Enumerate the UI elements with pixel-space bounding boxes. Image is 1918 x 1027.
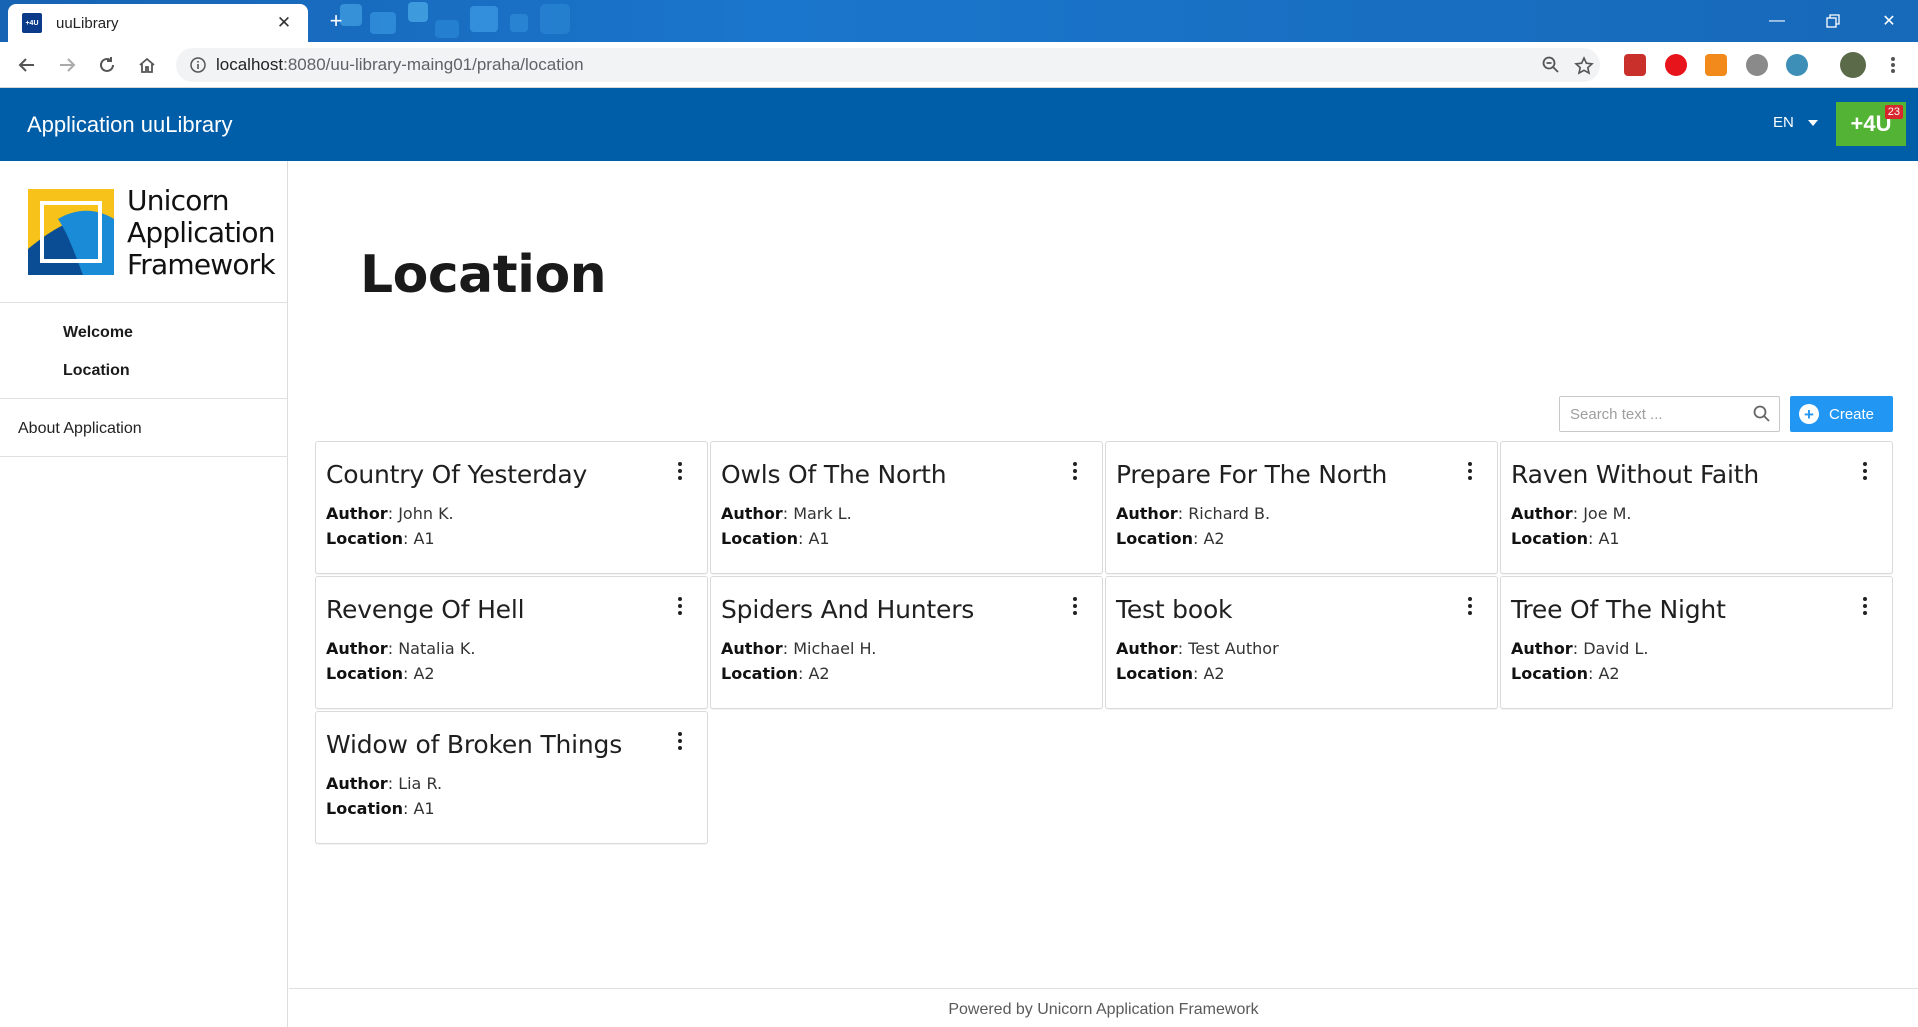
book-author: Author: Test Author	[1116, 639, 1279, 658]
book-author: Author: Michael H.	[721, 639, 877, 658]
address-bar[interactable]: localhost:8080/uu-library-maing01/praha/…	[176, 48, 1600, 82]
sidebar-divider	[0, 302, 288, 303]
browser-tabstrip: +4U uuLibrary ✕ + — ✕	[0, 0, 1918, 42]
book-tile[interactable]: Revenge Of Hell Author: Natalia K. Locatio…	[315, 576, 708, 709]
home-icon[interactable]	[132, 50, 162, 80]
more-vertical-icon[interactable]	[677, 597, 683, 615]
book-tile[interactable]: Owls Of The North Author: Mark L. Location…	[710, 441, 1103, 574]
page-title: Location	[360, 245, 607, 305]
tab-favicon: +4U	[22, 13, 42, 33]
sidebar-item-about[interactable]: About Application	[18, 420, 142, 438]
book-location: Location: A2	[1511, 664, 1620, 683]
more-vertical-icon[interactable]	[1072, 462, 1078, 480]
book-title[interactable]: Revenge Of Hell	[326, 595, 525, 624]
book-location: Location: A2	[721, 664, 830, 683]
book-title[interactable]: Widow of Broken Things	[326, 730, 622, 759]
book-author: Author: Natalia K.	[326, 639, 476, 658]
extension-icon-5[interactable]	[1786, 54, 1808, 76]
uaf-logo-text: Unicorn Application Framework	[127, 184, 276, 281]
book-location: Location: A2	[1116, 664, 1225, 683]
footer-divider	[289, 988, 1918, 989]
url-text[interactable]: localhost:8080/uu-library-maing01/praha/…	[216, 55, 584, 75]
more-vertical-icon[interactable]	[677, 732, 683, 750]
profile-avatar[interactable]	[1840, 52, 1866, 78]
notification-badge: 23	[1884, 105, 1903, 119]
book-location: Location: A1	[326, 799, 435, 818]
book-title[interactable]: Raven Without Faith	[1511, 460, 1759, 489]
book-author: Author: Lia R.	[326, 774, 443, 793]
footer-text: Powered by Unicorn Application Framework	[948, 1001, 1259, 1018]
book-author: Author: Mark L.	[721, 504, 852, 523]
book-author: Author: David L.	[1511, 639, 1649, 658]
more-vertical-icon[interactable]	[677, 462, 683, 480]
browser-toolbar: localhost:8080/uu-library-maing01/praha/…	[0, 42, 1918, 88]
tab-title: uuLibrary	[56, 14, 119, 32]
extension-icon-4[interactable]	[1746, 54, 1768, 76]
back-icon[interactable]	[12, 50, 42, 80]
more-vertical-icon[interactable]	[1072, 597, 1078, 615]
search-icon[interactable]	[1753, 405, 1771, 423]
book-tile[interactable]: Widow of Broken Things Author: Lia R. Loca…	[315, 711, 708, 844]
more-vertical-icon[interactable]	[1862, 597, 1868, 615]
restore-icon[interactable]	[1808, 6, 1858, 36]
plus4u-button[interactable]: +4U 23	[1836, 102, 1906, 146]
add-circle-icon: +	[1799, 404, 1819, 424]
tab-close-icon[interactable]: ✕	[274, 13, 294, 33]
site-info-icon[interactable]	[190, 57, 206, 73]
search-box	[1559, 396, 1780, 432]
book-location: Location: A1	[326, 529, 435, 548]
book-tile[interactable]: Prepare For The North Author: Richard B. L…	[1105, 441, 1498, 574]
book-tile[interactable]: Raven Without Faith Author: Joe M. Locatio…	[1500, 441, 1893, 574]
bookmark-star-icon[interactable]	[1574, 56, 1594, 76]
sidebar-divider	[0, 398, 288, 399]
book-author: Author: John K.	[326, 504, 454, 523]
create-button-label: Create	[1829, 405, 1875, 423]
book-tile[interactable]: Spiders And Hunters Author: Michael H. Loc…	[710, 576, 1103, 709]
extension-icon-2[interactable]	[1665, 54, 1687, 76]
app-header: Application uuLibrary EN +4U 23	[0, 88, 1918, 161]
reload-icon[interactable]	[92, 50, 122, 80]
app-title[interactable]: Application uuLibrary	[27, 112, 232, 138]
browser-menu-icon[interactable]	[1878, 50, 1908, 80]
more-vertical-icon[interactable]	[1862, 462, 1868, 480]
book-title[interactable]: Country Of Yesterday	[326, 460, 587, 489]
book-author: Author: Joe M.	[1511, 504, 1632, 523]
new-tab-icon[interactable]: +	[323, 8, 349, 34]
create-button[interactable]: + Create	[1790, 396, 1893, 432]
book-location: Location: A2	[326, 664, 435, 683]
sidebar-item-location[interactable]: Location	[63, 362, 130, 380]
sidebar-divider	[0, 456, 288, 457]
extension-icon-1[interactable]	[1624, 54, 1646, 76]
book-title[interactable]: Test book	[1116, 595, 1233, 624]
tabstrip-decoration	[340, 2, 570, 38]
zoom-icon[interactable]	[1542, 56, 1560, 74]
forward-icon[interactable]	[52, 50, 82, 80]
uaf-logo	[28, 189, 114, 275]
browser-tab[interactable]: +4U uuLibrary ✕	[8, 4, 308, 42]
book-title[interactable]: Spiders And Hunters	[721, 595, 974, 624]
book-location: Location: A1	[1511, 529, 1620, 548]
book-location: Location: A1	[721, 529, 830, 548]
extension-icon-3[interactable]	[1705, 54, 1727, 76]
search-input[interactable]	[1560, 397, 1740, 431]
sidebar-item-welcome[interactable]: Welcome	[63, 324, 133, 342]
book-location: Location: A2	[1116, 529, 1225, 548]
language-label: EN	[1773, 114, 1794, 131]
book-tile[interactable]: Test book Author: Test Author Location: A2	[1105, 576, 1498, 709]
left-sidebar: Unicorn Application Framework Welcome Lo…	[0, 161, 288, 1027]
book-title[interactable]: Owls Of The North	[721, 460, 947, 489]
book-author: Author: Richard B.	[1116, 504, 1271, 523]
book-tile[interactable]: Tree Of The Night Author: David L. Locatio…	[1500, 576, 1893, 709]
book-title[interactable]: Tree Of The Night	[1511, 595, 1726, 624]
book-tile[interactable]: Country Of Yesterday Author: John K. Locat…	[315, 441, 708, 574]
book-title[interactable]: Prepare For The North	[1116, 460, 1387, 489]
more-vertical-icon[interactable]	[1467, 462, 1473, 480]
more-vertical-icon[interactable]	[1467, 597, 1473, 615]
caret-down-icon	[1807, 119, 1818, 126]
close-window-icon[interactable]: ✕	[1864, 6, 1914, 36]
minimize-icon[interactable]: —	[1752, 6, 1802, 36]
language-selector[interactable]: EN	[1773, 114, 1818, 131]
